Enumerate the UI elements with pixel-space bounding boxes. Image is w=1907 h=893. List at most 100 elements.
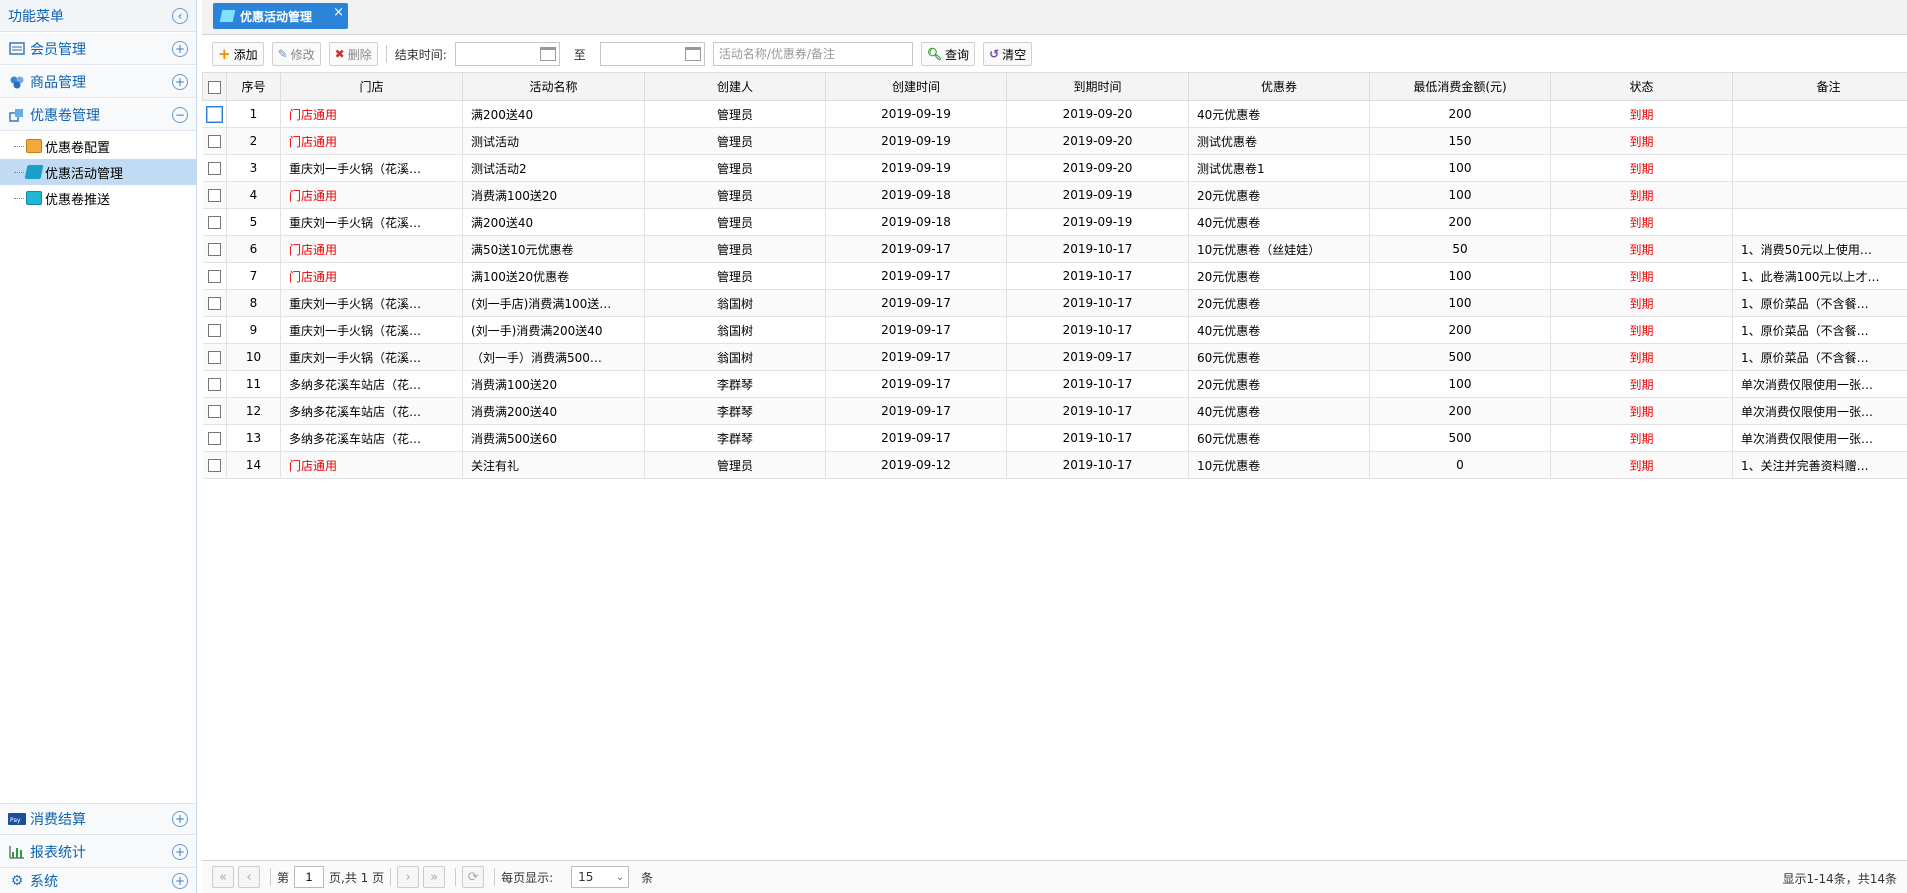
- per-page-select[interactable]: 15 ⌄: [571, 866, 630, 888]
- clear-button[interactable]: ↺ 清空: [983, 42, 1033, 66]
- row-checkbox[interactable]: [207, 459, 221, 472]
- column-header[interactable]: 活动名称: [462, 72, 645, 101]
- page-number-input[interactable]: [294, 866, 325, 888]
- end-time-start-input[interactable]: [454, 42, 560, 66]
- calendar-icon[interactable]: [684, 47, 701, 61]
- sidebar-section-settlement[interactable]: Pay 消费结算 +: [0, 803, 196, 835]
- row-checkbox[interactable]: [207, 351, 221, 364]
- expand-icon[interactable]: +: [172, 873, 188, 889]
- add-label: 添加: [233, 47, 258, 62]
- column-header[interactable]: 备注: [1732, 72, 1907, 101]
- end-time-end-input[interactable]: [599, 42, 705, 66]
- delete-button[interactable]: ✖ 删除: [328, 42, 378, 66]
- last-page-icon[interactable]: »: [423, 866, 446, 888]
- row-checkbox[interactable]: [207, 162, 221, 175]
- table-cell: 到期: [1550, 262, 1733, 290]
- row-checkbox[interactable]: [207, 243, 221, 256]
- tree-item-coupon-push[interactable]: 优惠卷推送: [0, 185, 196, 211]
- row-checkbox-cell[interactable]: [202, 262, 227, 290]
- table-row[interactable]: 14 门店通用 关注有礼 管理员 2019-09-12 2019-10-17 10元优惠卷 0…: [202, 451, 1907, 479]
- row-checkbox-cell[interactable]: [202, 181, 227, 209]
- column-header[interactable]: 状态: [1550, 72, 1733, 101]
- row-checkbox[interactable]: [207, 324, 221, 337]
- table-row[interactable]: 13 多纳多花溪车站店（花… 消费满500送60 李群琴 2019-09-17 2019-…: [202, 424, 1907, 452]
- table-row[interactable]: 12 多纳多花溪车站店（花… 消费满200送40 李群琴 2019-09-17 2019-…: [202, 397, 1907, 425]
- row-checkbox[interactable]: [207, 378, 221, 391]
- table-row[interactable]: 1 门店通用 满200送40 管理员 2019-09-19 2019-09-20 40元优惠…: [202, 100, 1907, 128]
- column-header[interactable]: 门店: [280, 72, 463, 101]
- row-checkbox-cell[interactable]: [202, 397, 227, 425]
- close-tab-icon[interactable]: ×: [333, 5, 344, 20]
- row-checkbox-cell[interactable]: [202, 100, 227, 128]
- row-checkbox-cell[interactable]: [202, 370, 227, 398]
- table-row[interactable]: 4 门店通用 消费满100送20 管理员 2019-09-18 2019-09-19 20元…: [202, 181, 1907, 209]
- table-row[interactable]: 11 多纳多花溪车站店（花… 消费满100送20 李群琴 2019-09-17 2019-…: [202, 370, 1907, 398]
- table-cell: 9: [226, 316, 281, 344]
- row-checkbox[interactable]: [207, 189, 221, 202]
- expand-icon[interactable]: +: [172, 40, 188, 57]
- calendar-icon[interactable]: [539, 47, 556, 61]
- row-checkbox[interactable]: [205, 105, 223, 123]
- row-checkbox-cell[interactable]: [202, 316, 227, 344]
- column-header[interactable]: 创建时间: [825, 72, 1007, 101]
- select-all-header[interactable]: [202, 72, 227, 101]
- row-checkbox[interactable]: [207, 135, 221, 148]
- query-button[interactable]: 🔍︎ 查询: [920, 42, 976, 66]
- row-checkbox-cell[interactable]: [202, 235, 227, 263]
- prev-page-icon[interactable]: ‹: [238, 866, 260, 888]
- table-row[interactable]: 8 重庆刘一手火锅（花溪… (刘一手店)消费满100送… 翁国树 2019-09-17 2…: [202, 289, 1907, 317]
- column-header[interactable]: 到期时间: [1006, 72, 1189, 101]
- select-all-checkbox[interactable]: [208, 80, 221, 94]
- add-button[interactable]: + 添加: [212, 42, 264, 66]
- collapse-icon[interactable]: −: [172, 106, 188, 123]
- expand-icon[interactable]: +: [172, 843, 188, 860]
- table-cell: 20元优惠卷: [1188, 262, 1370, 290]
- collapse-sidebar-icon[interactable]: ‹: [172, 7, 188, 24]
- table-row[interactable]: 2 门店通用 测试活动 管理员 2019-09-19 2019-09-20 测试优惠卷 150…: [202, 127, 1907, 155]
- row-checkbox-cell[interactable]: [202, 451, 227, 479]
- table-cell: 翁国树: [644, 343, 826, 371]
- tree-item-activity-manage[interactable]: 优惠活动管理: [0, 159, 196, 185]
- column-header[interactable]: 序号: [226, 72, 281, 101]
- tab-activity-manage[interactable]: 优惠活动管理 ×: [213, 3, 348, 29]
- row-checkbox[interactable]: [207, 216, 221, 229]
- row-checkbox-cell[interactable]: [202, 208, 227, 236]
- sidebar-section-member[interactable]: 会员管理 +: [0, 33, 196, 65]
- row-checkbox[interactable]: [207, 297, 221, 310]
- row-checkbox-cell[interactable]: [202, 424, 227, 452]
- expand-icon[interactable]: +: [172, 811, 188, 827]
- column-header[interactable]: 最低消费金额(元): [1369, 72, 1551, 101]
- table-row[interactable]: 6 门店通用 满50送10元优惠卷 管理员 2019-09-17 2019-10-17 10…: [202, 235, 1907, 263]
- row-checkbox[interactable]: [207, 270, 221, 283]
- first-page-icon[interactable]: «: [212, 866, 234, 888]
- row-checkbox[interactable]: [207, 432, 221, 445]
- sidebar-section-report[interactable]: 报表统计 +: [0, 836, 196, 868]
- tree-item-coupon-config[interactable]: 优惠卷配置: [0, 133, 196, 159]
- search-input[interactable]: [712, 42, 913, 66]
- sidebar-section-coupon[interactable]: 优惠卷管理 −: [0, 99, 196, 131]
- next-page-icon[interactable]: ›: [397, 866, 420, 888]
- column-header[interactable]: 优惠券: [1188, 72, 1370, 101]
- sidebar-section-label: 报表统计: [30, 844, 86, 861]
- table-row[interactable]: 3 重庆刘一手火锅（花溪… 测试活动2 管理员 2019-09-19 2019-09-20…: [202, 154, 1907, 182]
- table-cell: 1、此卷满100元以上才…: [1732, 262, 1907, 290]
- expand-icon[interactable]: +: [172, 73, 188, 90]
- column-header[interactable]: 创建人: [644, 72, 826, 101]
- row-checkbox-cell[interactable]: [202, 343, 227, 371]
- sidebar-section-goods[interactable]: 商品管理 +: [0, 66, 196, 98]
- table-cell: 11: [226, 370, 281, 398]
- refresh-icon[interactable]: ⟳: [462, 866, 485, 888]
- row-checkbox-cell[interactable]: [202, 154, 227, 182]
- row-checkbox-cell[interactable]: [202, 127, 227, 155]
- sidebar-section-system[interactable]: ⚙ 系统 +: [0, 869, 196, 893]
- row-checkbox-cell[interactable]: [202, 289, 227, 317]
- edit-button[interactable]: ✎ 修改: [271, 42, 321, 66]
- table-row[interactable]: 10 重庆刘一手火锅（花溪… （刘一手）消费满500… 翁国树 2019-09-17 20…: [202, 343, 1907, 371]
- row-checkbox[interactable]: [207, 405, 221, 418]
- table-row[interactable]: 7 门店通用 满100送20优惠卷 管理员 2019-09-17 2019-10-17 20…: [202, 262, 1907, 290]
- table-row[interactable]: 9 重庆刘一手火锅（花溪… (刘一手)消费满200送40 翁国树 2019-09-17 2…: [202, 316, 1907, 344]
- sidebar-header: 功能菜单 ‹: [0, 0, 196, 32]
- table-row[interactable]: 5 重庆刘一手火锅（花溪… 满200送40 管理员 2019-09-18 2019-09-…: [202, 208, 1907, 236]
- table-cell: 2019-09-17: [825, 424, 1007, 452]
- table-cell: 到期: [1550, 154, 1733, 182]
